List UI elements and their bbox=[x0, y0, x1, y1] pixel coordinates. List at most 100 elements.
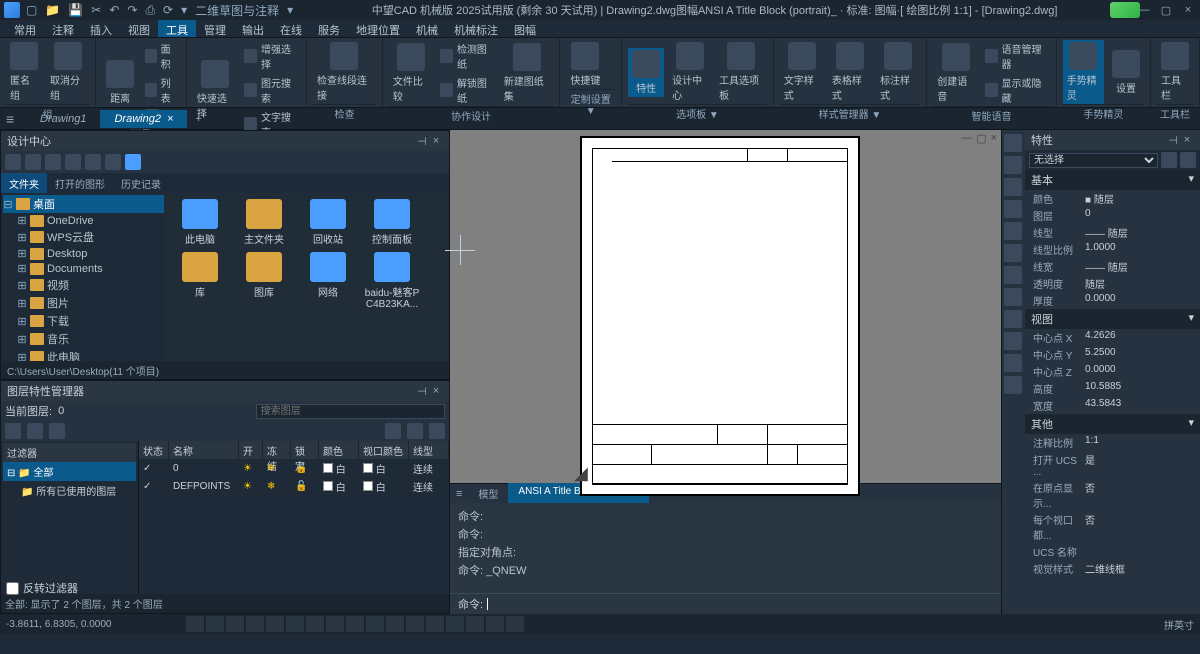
cycle-toggle-icon[interactable] bbox=[366, 616, 384, 632]
ribbon-button[interactable]: 表格样式 bbox=[828, 40, 872, 104]
maximize-button[interactable]: ▢ bbox=[1158, 4, 1174, 17]
workspace-label[interactable]: 二维草图与注释 bbox=[195, 2, 279, 19]
invert-filter-checkbox[interactable] bbox=[6, 582, 19, 595]
ribbon-button[interactable]: 设计中心 bbox=[668, 40, 711, 104]
home-icon[interactable] bbox=[85, 154, 101, 170]
new-tab-button[interactable]: + bbox=[187, 110, 209, 128]
ribbon-button[interactable]: 文字样式 bbox=[780, 40, 824, 104]
polar-toggle-icon[interactable] bbox=[246, 616, 264, 632]
ribbon-small-button[interactable]: 面积 bbox=[142, 40, 180, 72]
tool-icon[interactable] bbox=[1004, 288, 1022, 306]
pin-icon[interactable]: ⊣ bbox=[415, 385, 429, 398]
tree-node[interactable]: ⊟桌面 bbox=[3, 195, 164, 213]
delete-layer-icon[interactable] bbox=[49, 423, 65, 439]
property-row[interactable]: 中心点 X4.2626 bbox=[1025, 329, 1200, 346]
column-header[interactable]: 颜色 bbox=[319, 441, 359, 459]
menu-item[interactable]: 在线 bbox=[272, 20, 310, 37]
ribbon-button[interactable]: 手势精灵 bbox=[1063, 40, 1104, 104]
tree-node[interactable]: ⊞此电脑 bbox=[3, 348, 164, 361]
transparency-toggle-icon[interactable] bbox=[326, 616, 344, 632]
tool-icon[interactable] bbox=[1004, 200, 1022, 218]
ribbon-small-button[interactable]: 解锁图纸 bbox=[437, 74, 495, 106]
property-row[interactable]: 线宽—— 随层 bbox=[1025, 258, 1200, 275]
tree-node[interactable]: ⊞视频 bbox=[3, 276, 164, 294]
property-row[interactable]: 中心点 Z0.0000 bbox=[1025, 363, 1200, 380]
coordinates[interactable]: -3.8611, 6.8305, 0.0000 bbox=[6, 619, 186, 630]
ime-label[interactable]: 拼英寸 bbox=[1164, 617, 1194, 632]
property-row[interactable]: 颜色■ 随层 bbox=[1025, 190, 1200, 207]
grid-item[interactable]: 库 bbox=[172, 252, 228, 310]
document-tab[interactable]: Drawing1 bbox=[26, 110, 100, 128]
grid-item[interactable]: 回收站 bbox=[300, 199, 356, 246]
tree-node[interactable]: ⊞OneDrive bbox=[3, 213, 164, 228]
tool-icon[interactable] bbox=[1004, 376, 1022, 394]
menu-item[interactable]: 插入 bbox=[82, 20, 120, 37]
layer-list[interactable]: 状态名称开冻结锁定颜色视口颜色线型 ✓0☀❄🔓 白 白连续✓DEFPOINTS☀… bbox=[139, 441, 449, 594]
dyn-toggle-icon[interactable] bbox=[346, 616, 364, 632]
tool-icon[interactable] bbox=[1004, 178, 1022, 196]
tool-icon[interactable] bbox=[1004, 354, 1022, 372]
qat-refresh-icon[interactable]: ⟳ bbox=[163, 3, 173, 17]
filter-item[interactable]: 📁 所有已使用的图层 bbox=[3, 481, 136, 500]
menu-icon[interactable]: ≡ bbox=[6, 111, 26, 127]
qat-print-icon[interactable]: ⎙ bbox=[145, 3, 155, 18]
menu-item[interactable]: 机械标注 bbox=[446, 20, 506, 37]
menu-item[interactable]: 工具 bbox=[158, 20, 196, 37]
property-row[interactable]: 注释比例1:1 bbox=[1025, 434, 1200, 451]
ribbon-button[interactable]: 匿名组 bbox=[6, 40, 42, 104]
pin-icon[interactable]: ⊣ bbox=[1166, 134, 1180, 147]
up-icon[interactable] bbox=[45, 154, 61, 170]
viewport-minimize-icon[interactable]: — bbox=[961, 132, 972, 145]
qat-dropdown-icon[interactable]: ▾ bbox=[181, 3, 187, 17]
layout-tab[interactable]: 模型 bbox=[468, 483, 508, 504]
quick-select-icon[interactable] bbox=[1161, 152, 1177, 168]
property-row[interactable]: 在原点显示...否 bbox=[1025, 479, 1200, 511]
search-icon[interactable] bbox=[65, 154, 81, 170]
property-row[interactable]: 打开 UCS ...是 bbox=[1025, 451, 1200, 479]
menu-item[interactable]: 管理 bbox=[196, 20, 234, 37]
property-row[interactable]: 透明度随层 bbox=[1025, 275, 1200, 292]
ribbon-small-button[interactable]: 增强选择 bbox=[241, 40, 300, 72]
menu-item[interactable]: 服务 bbox=[310, 20, 348, 37]
status-toggle-icon[interactable] bbox=[446, 616, 464, 632]
panel-close-icon[interactable]: × bbox=[429, 385, 443, 397]
otrack-toggle-icon[interactable] bbox=[286, 616, 304, 632]
menu-item[interactable]: 常用 bbox=[6, 20, 44, 37]
panel-close-icon[interactable]: × bbox=[429, 135, 443, 147]
snap-toggle-icon[interactable] bbox=[206, 616, 224, 632]
menu-item[interactable]: 输出 bbox=[234, 20, 272, 37]
qat-new-icon[interactable]: ▢ bbox=[26, 3, 37, 17]
grid-item[interactable]: baidu-魅客PC4B23KA... bbox=[364, 252, 420, 310]
command-input[interactable]: 命令: bbox=[450, 593, 1001, 614]
model-toggle-icon[interactable] bbox=[386, 616, 404, 632]
column-header[interactable]: 开 bbox=[239, 441, 263, 459]
tool-icon[interactable] bbox=[1004, 310, 1022, 328]
grid-item[interactable]: 控制面板 bbox=[364, 199, 420, 246]
new-layer-icon[interactable] bbox=[5, 423, 21, 439]
ribbon-button[interactable]: 快捷键 bbox=[566, 40, 604, 89]
property-row[interactable]: 高度10.5885 bbox=[1025, 380, 1200, 397]
qat-cut-icon[interactable]: ✂ bbox=[91, 3, 101, 17]
new-layer-freeze-icon[interactable] bbox=[27, 423, 43, 439]
column-header[interactable]: 名称 bbox=[169, 441, 239, 459]
qat-save-icon[interactable]: 💾 bbox=[68, 3, 83, 17]
ribbon-button[interactable]: 文件比较 bbox=[389, 41, 434, 105]
tool-icon[interactable] bbox=[1004, 244, 1022, 262]
column-header[interactable]: 线型 bbox=[409, 441, 449, 459]
tree-node[interactable]: ⊞WPS云盘 bbox=[3, 228, 164, 246]
filter-item[interactable]: ⊟ 📁 全部 bbox=[3, 462, 136, 481]
property-row[interactable]: 每个视口都...否 bbox=[1025, 511, 1200, 543]
ribbon-small-button[interactable]: 显示或隐藏 bbox=[982, 74, 1050, 106]
status-toggle-icon[interactable] bbox=[486, 616, 504, 632]
grid-item[interactable]: 网络 bbox=[300, 252, 356, 310]
ribbon-small-button[interactable]: 图元搜索 bbox=[241, 74, 300, 106]
property-row[interactable]: 宽度43.5843 bbox=[1025, 397, 1200, 414]
status-toggle-icon[interactable] bbox=[506, 616, 524, 632]
viewport-close-icon[interactable]: × bbox=[991, 132, 997, 145]
ribbon-button[interactable]: 距离 bbox=[102, 58, 138, 107]
selection-dropdown[interactable]: 无选择 bbox=[1029, 153, 1158, 168]
viewport-maximize-icon[interactable]: ▢ bbox=[976, 132, 986, 145]
tree-node[interactable]: ⊞下载 bbox=[3, 312, 164, 330]
lwt-toggle-icon[interactable] bbox=[306, 616, 324, 632]
layer-search-input[interactable] bbox=[256, 404, 445, 419]
